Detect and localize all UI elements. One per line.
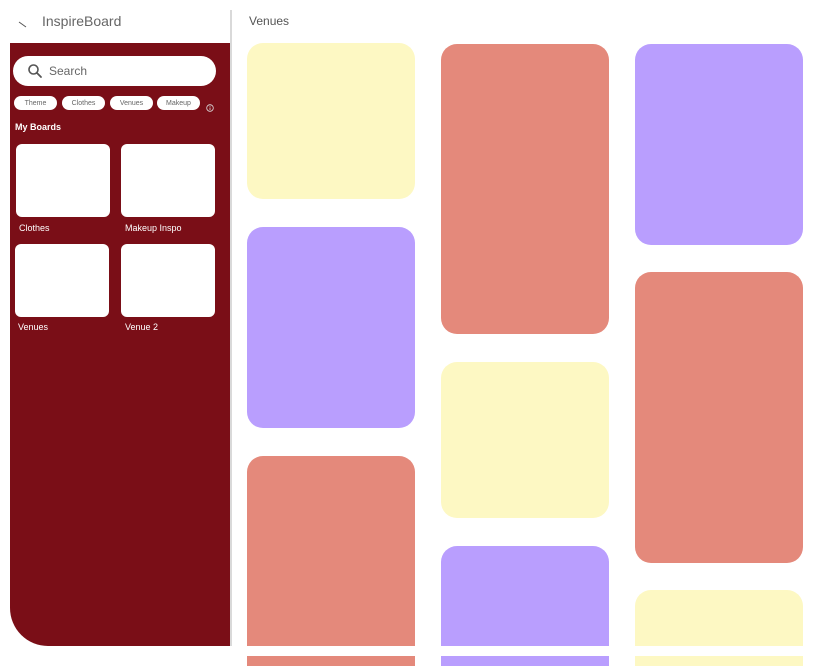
- chip-makeup[interactable]: Makeup: [157, 96, 200, 110]
- venue-tile[interactable]: [635, 272, 803, 563]
- panel-divider: [230, 10, 232, 646]
- board-card-venue-2[interactable]: [121, 244, 215, 317]
- board-label-clothes: Clothes: [19, 223, 50, 233]
- page-title: Venues: [249, 14, 290, 28]
- my-boards-heading: My Boards: [15, 122, 62, 132]
- board-card-clothes[interactable]: [16, 144, 110, 217]
- search-icon: [27, 63, 43, 79]
- board-label-makeup-inspo: Makeup Inspo: [125, 223, 182, 233]
- search-placeholder: Search: [49, 64, 88, 78]
- board-card-makeup-inspo[interactable]: [121, 144, 215, 217]
- search-input[interactable]: Search: [13, 56, 216, 86]
- venue-tile[interactable]: [441, 362, 609, 518]
- venue-tile[interactable]: [441, 44, 609, 334]
- app-title: InspireBoard: [42, 13, 122, 29]
- venue-tile[interactable]: [247, 43, 415, 199]
- filter-chips: Theme Clothes Venues Makeup: [14, 96, 224, 112]
- bottom-mask: [232, 646, 820, 656]
- app-header: InspireBoard: [0, 0, 230, 42]
- venue-tile[interactable]: [247, 227, 415, 428]
- chip-venues[interactable]: Venues: [110, 96, 153, 110]
- board-card-venues[interactable]: [15, 244, 109, 317]
- venue-tile[interactable]: [635, 44, 803, 245]
- board-label-venues: Venues: [18, 322, 49, 332]
- venue-tile[interactable]: [247, 456, 415, 666]
- info-icon[interactable]: [206, 99, 214, 112]
- board-label-venue-2: Venue 2: [125, 322, 159, 332]
- back-arrow-icon[interactable]: [17, 16, 29, 28]
- sidebar: Search Theme Clothes Venues Makeup My Bo…: [10, 43, 230, 646]
- chip-theme[interactable]: Theme: [14, 96, 57, 110]
- chip-clothes[interactable]: Clothes: [62, 96, 105, 110]
